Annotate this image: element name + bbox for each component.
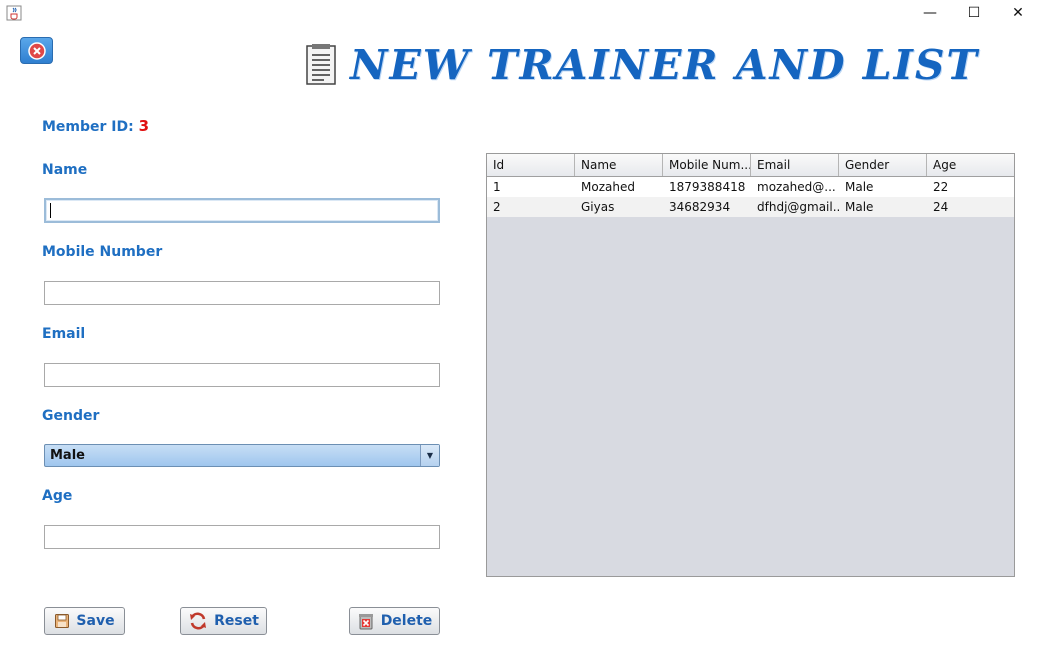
reset-button[interactable]: Reset [180,607,267,635]
column-header-age[interactable]: Age [927,154,1014,176]
delete-button[interactable]: Delete [349,607,440,635]
window-close-button[interactable]: ✕ [995,0,1039,26]
gender-select-value: Male [50,448,85,463]
table-header: Id Name Mobile Num... Email Gender Age [487,154,1014,177]
cell-id: 1 [493,180,501,194]
refresh-icon [190,612,207,630]
cell-mobile: 34682934 [669,200,731,214]
name-label: Name [42,162,88,178]
column-header-email[interactable]: Email [751,154,839,176]
member-id-label: Member ID: 3 [42,117,149,135]
cell-name: Giyas [581,200,615,214]
email-input[interactable] [44,363,440,387]
maximize-button[interactable]: ☐ [951,0,997,26]
member-id-label-text: Member ID: [42,119,134,135]
member-id-value: 3 [138,117,150,135]
name-input[interactable] [44,198,440,223]
delete-button-label: Delete [380,613,433,629]
close-app-button[interactable] [20,37,53,64]
page-title: NEW TRAINER AND LIST [350,41,979,89]
cell-id: 2 [493,200,501,214]
email-label: Email [42,326,86,342]
column-header-gender[interactable]: Gender [839,154,927,176]
gender-label: Gender [42,408,100,424]
cell-mobile: 1879388418 [669,180,746,194]
save-icon [55,614,70,628]
reset-button-label: Reset [214,613,259,629]
cell-name: Mozahed [581,180,635,194]
table-row[interactable]: 2 Giyas 34682934 dfhdj@gmail... Male 24 [487,197,1014,217]
column-header-id[interactable]: Id [487,154,575,176]
cell-gender: Male [845,200,874,214]
cell-email: mozahed@... [757,180,836,194]
save-button-label: Save [76,613,115,629]
gender-select[interactable]: Male ▼ [44,444,440,467]
cell-age: 22 [933,180,949,194]
close-icon [27,41,46,60]
table-row[interactable]: 1 Mozahed 1879388418 mozahed@... Male 22 [487,177,1014,197]
delete-icon [358,614,373,630]
column-header-mobile[interactable]: Mobile Num... [663,154,751,176]
column-header-name[interactable]: Name [575,154,663,176]
age-label: Age [42,488,73,504]
cell-age: 24 [933,200,949,214]
java-app-icon [6,5,22,21]
text-caret [50,203,51,218]
cell-gender: Male [845,180,874,194]
chevron-down-icon[interactable]: ▼ [420,445,439,466]
trainer-table[interactable]: Id Name Mobile Num... Email Gender Age 1… [486,153,1015,577]
mobile-number-label: Mobile Number [42,244,163,260]
minimize-button[interactable]: — [907,0,953,26]
cell-email: dfhdj@gmail... [757,200,839,214]
mobile-number-input[interactable] [44,281,440,305]
document-list-icon [304,42,340,88]
age-input[interactable] [44,525,440,549]
save-button[interactable]: Save [44,607,125,635]
